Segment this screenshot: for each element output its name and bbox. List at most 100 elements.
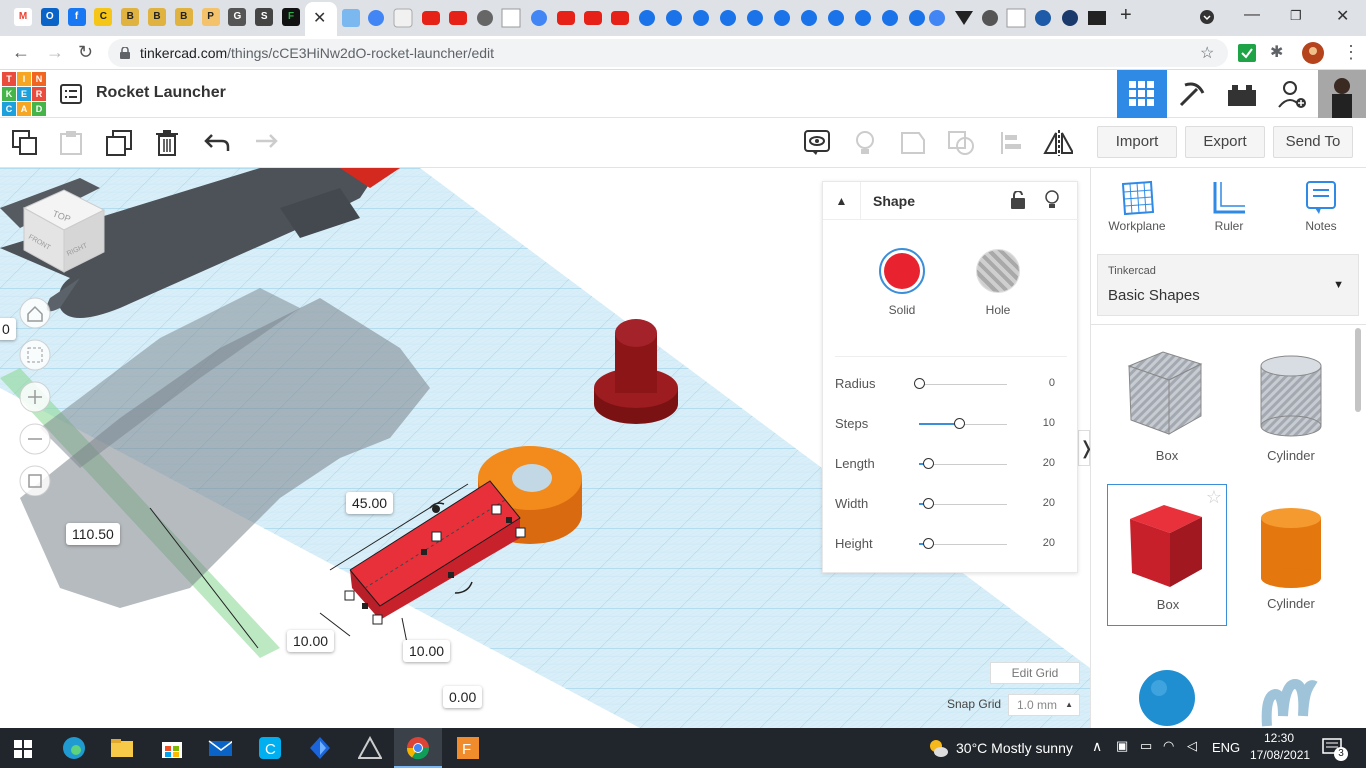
minimize-button[interactable]: — (1244, 6, 1260, 24)
paste-button[interactable] (56, 128, 86, 158)
align-button[interactable] (996, 128, 1026, 158)
ungroup-button[interactable] (946, 128, 976, 158)
show-hidden-icons-icon[interactable]: ∧ (1092, 738, 1102, 755)
light-bulb-button[interactable] (850, 128, 880, 158)
clock-time[interactable]: 12:30 (1264, 731, 1294, 745)
volume-icon[interactable]: ◁ (1187, 738, 1197, 754)
weather-text[interactable]: 30°C Mostly sunny (956, 740, 1073, 756)
export-button[interactable]: Export (1185, 126, 1265, 158)
mirror-button[interactable] (1043, 128, 1073, 158)
user-avatar[interactable] (1318, 70, 1366, 118)
group-button[interactable] (898, 128, 928, 158)
forward-arrow-icon[interactable]: → (46, 42, 64, 63)
minecraft-mode-button[interactable] (1167, 70, 1217, 118)
bank-icon[interactable]: B (174, 8, 193, 26)
globe-icon[interactable]: G (228, 8, 247, 26)
extensions-puzzle-icon[interactable]: ✱ (1270, 42, 1283, 62)
hole-swatch[interactable] (977, 250, 1019, 292)
collapse-panel-chevron[interactable]: ❭ (1078, 430, 1090, 466)
bank-icon[interactable]: B (148, 8, 166, 26)
width-dimension-label[interactable]: 10.00 (287, 630, 335, 652)
slider-knob[interactable] (922, 498, 934, 509)
offset-dimension-label[interactable]: 110.50 (66, 523, 120, 545)
new-tab-button[interactable]: + (1120, 4, 1132, 27)
app-diamond-icon[interactable] (308, 736, 332, 760)
shape-cylinder-hole[interactable]: Cylinder (1231, 336, 1351, 478)
facebook-icon[interactable]: f (67, 8, 86, 26)
undo-button[interactable] (202, 128, 232, 158)
notes-tool[interactable]: Notes (1281, 180, 1361, 233)
profile-avatar-icon[interactable] (1302, 42, 1324, 64)
bank-icon[interactable]: B (121, 8, 140, 26)
edge-icon[interactable] (62, 736, 86, 760)
duplicate-button[interactable] (104, 128, 134, 158)
fusion-app-icon[interactable]: F (456, 736, 480, 760)
chrome-taskbar-button[interactable] (394, 728, 442, 768)
design-list-icon[interactable] (60, 84, 82, 104)
windows-start-icon[interactable] (14, 740, 38, 764)
delete-button[interactable] (152, 128, 182, 158)
coin-icon[interactable]: C (94, 8, 113, 26)
property-value[interactable]: 20 (1043, 497, 1055, 509)
slider-knob[interactable] (953, 418, 965, 429)
slider-knob[interactable] (914, 378, 925, 389)
mail-icon[interactable] (208, 736, 232, 760)
wifi-icon[interactable]: ◠ (1163, 738, 1174, 754)
tab-search-icon[interactable] (1200, 10, 1214, 24)
app-triangle-icon[interactable] (358, 736, 382, 760)
tinkercad-logo[interactable]: T I N K E R C A D (2, 72, 46, 116)
fit-view-button[interactable] (19, 339, 51, 371)
shield-icon[interactable]: S (255, 8, 274, 26)
import-button[interactable]: Import (1097, 126, 1177, 158)
visibility-bulb-icon[interactable] (1045, 190, 1059, 210)
gmail-icon[interactable]: M (14, 8, 32, 26)
url-field[interactable]: tinkercad.com/things/cCE3HiNw2dO-rocket-… (108, 39, 1228, 67)
design-title[interactable]: Rocket Launcher (96, 84, 226, 102)
ortho-view-button[interactable] (19, 465, 51, 496)
maximize-button[interactable]: ❐ (1290, 8, 1302, 24)
slider-knob[interactable] (922, 458, 934, 469)
unlock-icon[interactable] (1011, 191, 1025, 209)
property-value[interactable]: 10 (1043, 417, 1055, 429)
shape-cylinder-solid[interactable]: Cylinder (1231, 484, 1351, 626)
person-icon[interactable]: P (201, 8, 220, 26)
height-dimension-label[interactable]: 10.00 (403, 640, 451, 662)
send-to-button[interactable]: Send To (1273, 126, 1353, 158)
bookmark-star-icon[interactable]: ☆ (1200, 43, 1214, 63)
solid-color-swatch[interactable] (879, 248, 925, 294)
store-icon[interactable] (160, 736, 184, 760)
scribble-shape-icon[interactable] (1261, 676, 1321, 728)
home-view-button[interactable] (19, 297, 51, 329)
share-user-button[interactable] (1267, 70, 1317, 118)
weather-icon[interactable] (928, 738, 948, 758)
edge-dimension-label[interactable]: 0 (0, 318, 16, 340)
file-explorer-icon[interactable] (110, 736, 134, 760)
notes-toggle-button[interactable] (802, 128, 832, 158)
extension-check-icon[interactable] (1238, 44, 1256, 62)
workplane-tool[interactable]: Workplane (1097, 180, 1177, 233)
slider-track[interactable] (919, 384, 1007, 385)
skype-icon[interactable]: C (258, 736, 282, 760)
redo-button[interactable] (250, 128, 280, 158)
browser-menu-icon[interactable]: ⋮ (1342, 42, 1360, 63)
shape-box-solid[interactable]: ☆ Box (1107, 484, 1227, 626)
collapse-inspector-icon[interactable]: ▲ (823, 182, 861, 220)
ruler-tool[interactable]: Ruler (1189, 180, 1269, 233)
shape-box-hole[interactable]: Box (1107, 336, 1227, 478)
shape-library-select[interactable]: Tinkercad Basic Shapes ▼ (1097, 254, 1359, 316)
snap-grid-select[interactable]: 1.0 mm ▲ (1008, 694, 1080, 716)
favorite-star-icon[interactable]: ☆ (1206, 487, 1222, 508)
outlook-icon[interactable]: O (40, 8, 59, 26)
elevation-dimension-label[interactable]: 0.00 (443, 686, 483, 708)
copy-button[interactable] (10, 128, 40, 158)
3d-design-mode-button[interactable] (1117, 70, 1167, 118)
zoom-in-button[interactable] (19, 381, 51, 413)
reload-icon[interactable]: ↻ (78, 42, 93, 63)
back-arrow-icon[interactable]: ← (12, 42, 30, 63)
clock-date[interactable]: 17/08/2021 (1250, 748, 1310, 762)
tray-device-icon[interactable]: ▣ (1116, 738, 1128, 754)
close-tab-icon[interactable]: ✕ (313, 8, 326, 28)
language-indicator[interactable]: ENG (1212, 740, 1240, 755)
property-value[interactable]: 0 (1049, 377, 1055, 389)
edit-grid-button[interactable]: Edit Grid (990, 662, 1080, 684)
